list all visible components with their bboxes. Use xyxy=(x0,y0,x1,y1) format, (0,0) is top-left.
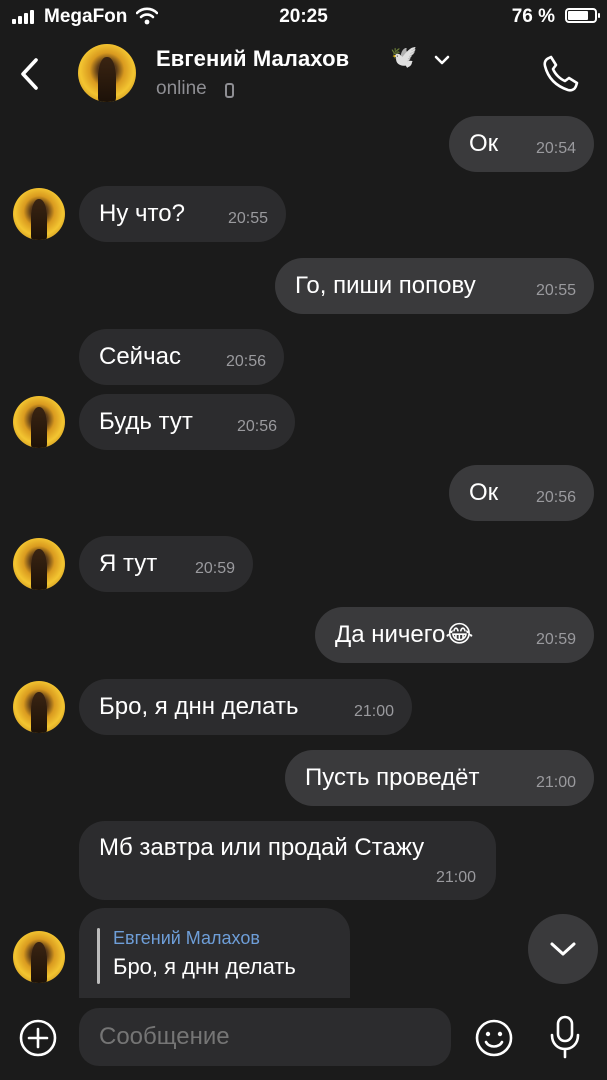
message-text: Мб завтра или продай Стажу xyxy=(99,834,425,861)
message-bubble-incoming[interactable]: Ну что? 20:55 xyxy=(79,186,286,242)
message-text: Пусть проведёт xyxy=(305,764,480,791)
back-button[interactable] xyxy=(16,54,46,94)
message-time: 20:59 xyxy=(194,560,235,577)
message-text: Я тут xyxy=(99,550,158,577)
message-text: Ок xyxy=(469,479,499,506)
message-time: 21:00 xyxy=(535,774,576,791)
mobile-device-icon xyxy=(225,83,234,98)
message-bubble-outgoing[interactable]: Го, пиши попову 20:55 xyxy=(275,258,594,314)
quote-bar xyxy=(97,928,100,984)
chat-header: Евгений Малахов 🕊️ online xyxy=(0,34,607,116)
quoted-text: Бро, я днн делать xyxy=(113,954,296,979)
battery-percent: 76 % xyxy=(511,6,555,27)
message-text: Ну что? xyxy=(99,200,185,227)
message-text: Ок xyxy=(469,130,499,157)
contact-name[interactable]: Евгений Малахов xyxy=(156,46,349,72)
microphone-button[interactable] xyxy=(548,1014,582,1060)
emoji-button[interactable] xyxy=(474,1018,514,1058)
sender-avatar[interactable] xyxy=(13,931,65,983)
contact-status: online xyxy=(156,78,207,99)
contact-avatar[interactable] xyxy=(78,44,136,102)
reply-message-bubble[interactable]: Евгений Малахов Бро, я днн делать xyxy=(79,908,350,998)
message-bubble-outgoing[interactable]: Ок 20:56 xyxy=(449,465,594,521)
message-time: 20:56 xyxy=(236,418,277,435)
message-text: Будь тут xyxy=(99,408,193,435)
message-bubble-incoming[interactable]: Я тут 20:59 xyxy=(79,536,253,592)
message-bubble-outgoing[interactable]: Пусть проведёт 21:00 xyxy=(285,750,594,806)
message-bubble-incoming[interactable]: Бро, я днн делать 21:00 xyxy=(79,679,412,735)
chevron-down-icon xyxy=(550,942,576,956)
sender-avatar[interactable] xyxy=(13,681,65,733)
attach-button[interactable] xyxy=(18,1018,58,1058)
message-bubble-incoming[interactable]: Будь тут 20:56 xyxy=(79,394,295,450)
message-bubble-outgoing[interactable]: Да ничего😂 20:59 xyxy=(315,607,594,663)
message-time: 20:55 xyxy=(535,282,576,299)
message-composer xyxy=(0,998,607,1080)
message-time: 21:00 xyxy=(353,703,394,720)
sender-avatar[interactable] xyxy=(13,188,65,240)
status-bar: MegaFon 20:25 76 % xyxy=(0,0,607,34)
sender-avatar[interactable] xyxy=(13,396,65,448)
battery-icon xyxy=(565,8,600,23)
message-bubble-incoming[interactable]: Мб завтра или продай Стажу 21:00 xyxy=(79,821,496,900)
chevron-down-icon[interactable] xyxy=(432,50,452,70)
message-text: Бро, я днн делать xyxy=(99,693,299,720)
message-text: Го, пиши попову xyxy=(295,272,476,299)
message-text: Да ничего😂 xyxy=(335,621,474,648)
message-time: 20:59 xyxy=(535,631,576,648)
message-time: 21:00 xyxy=(435,869,476,886)
message-text: Сейчас xyxy=(99,343,181,370)
message-time: 20:56 xyxy=(225,353,266,370)
message-time: 20:54 xyxy=(535,140,576,157)
sender-avatar[interactable] xyxy=(13,538,65,590)
dove-emoji: 🕊️ xyxy=(390,44,418,69)
message-input[interactable] xyxy=(79,1008,451,1066)
call-button[interactable] xyxy=(541,54,579,94)
scroll-to-bottom-button[interactable] xyxy=(528,914,598,984)
message-bubble-outgoing[interactable]: Ок 20:54 xyxy=(449,116,594,172)
message-time: 20:55 xyxy=(227,210,268,227)
message-bubble-incoming[interactable]: Сейчас 20:56 xyxy=(79,329,284,385)
quoted-author[interactable]: Евгений Малахов xyxy=(113,928,260,949)
message-time: 20:56 xyxy=(535,489,576,506)
